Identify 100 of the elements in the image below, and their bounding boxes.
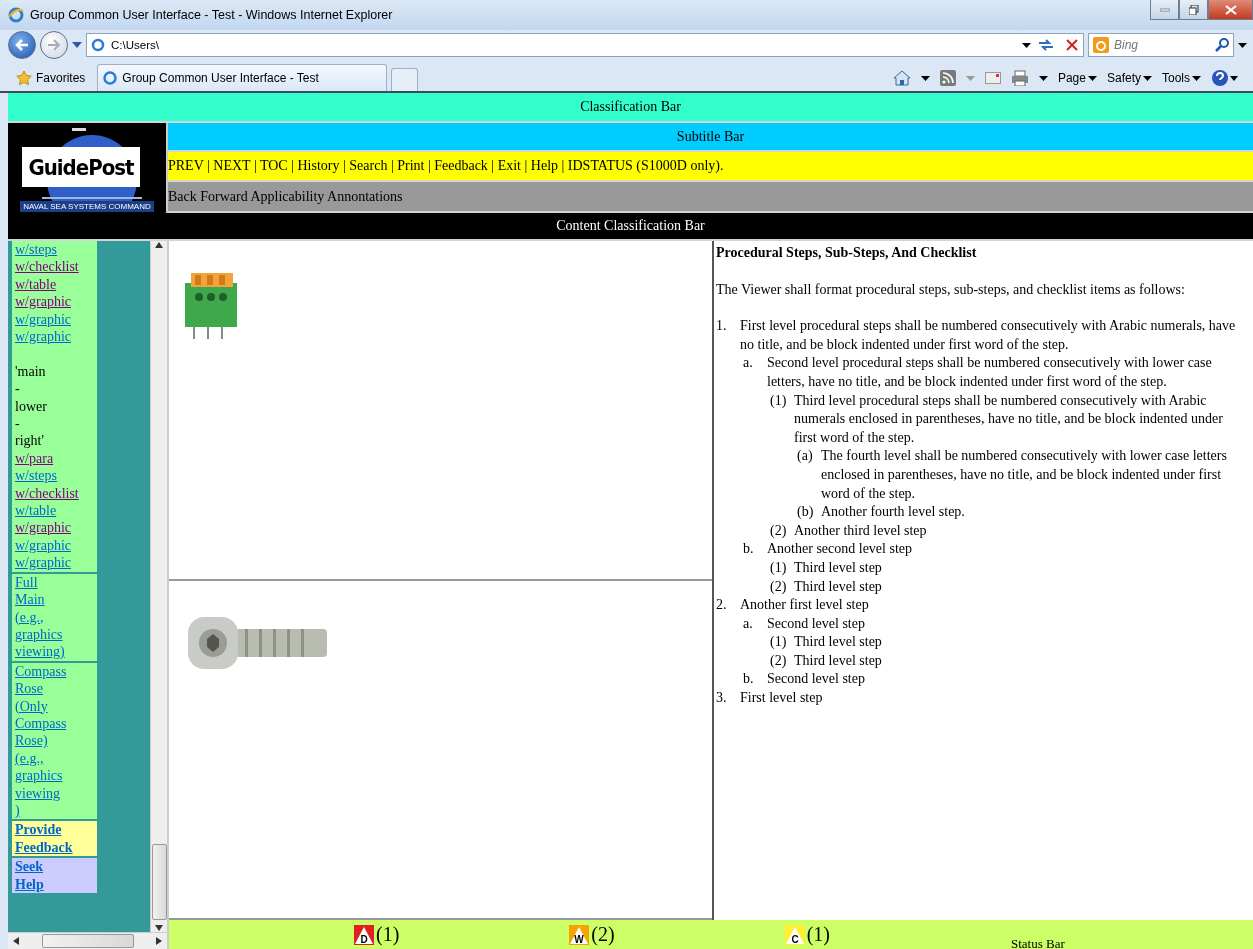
restore-icon — [1188, 4, 1199, 15]
sidebar-text: - — [15, 415, 21, 433]
navigation-bar: PREV | NEXT | TOC | History | Search | Print | Feedback | Exit | Help | IDSTATUS (S1000D only). — [168, 152, 1253, 182]
caution-icon: C — [784, 924, 805, 945]
step-text: Second level step — [767, 671, 865, 687]
step-number: a. — [743, 614, 754, 633]
sidebar-link[interactable]: w/graphic — [15, 519, 71, 537]
toolbar-menu[interactable]: Page — [1057, 71, 1097, 85]
step-text: Third level step — [794, 652, 882, 668]
warning-icon: W — [569, 924, 590, 945]
scrollbar-thumb[interactable] — [41, 934, 134, 948]
back-button[interactable] — [8, 31, 36, 59]
caret-icon — [1192, 75, 1201, 81]
dropdown-icon[interactable] — [1038, 75, 1048, 81]
dropdown-icon[interactable] — [1022, 42, 1031, 48]
sidebar-link[interactable]: w/table — [15, 275, 57, 294]
step-text: Another first level step — [740, 597, 869, 613]
sidebar-link[interactable]: w/graphic — [15, 310, 71, 329]
step-number: b. — [743, 540, 755, 559]
step-number: a. — [743, 354, 754, 373]
star-icon — [16, 70, 32, 86]
sidebar-text: - — [15, 380, 21, 398]
step-number: (a) — [797, 447, 814, 466]
danger-icon: D — [354, 924, 374, 945]
step-number: (2) — [770, 521, 788, 540]
sidebar-link[interactable]: w/checklist — [15, 258, 79, 276]
dropdown-icon[interactable] — [1238, 42, 1247, 48]
restore-button[interactable] — [1179, 0, 1208, 20]
help-icon[interactable] — [1211, 69, 1239, 87]
step-text: First level step — [740, 690, 823, 706]
sidebar-text: lower — [15, 397, 48, 416]
close-button[interactable] — [1208, 0, 1253, 20]
printer-icon[interactable] — [1010, 70, 1029, 86]
step-text: Second level step — [767, 615, 865, 631]
mail-icon[interactable] — [984, 72, 1001, 84]
refresh-icon[interactable] — [1037, 38, 1055, 52]
dropdown-icon[interactable] — [920, 75, 930, 81]
content-classification-bar: Content Classification Bar — [8, 213, 1253, 241]
sidebar-link[interactable]: Compass Rose (Only Compass Rose) (e.g., graphics viewing ) — [15, 662, 67, 820]
sidebar-link[interactable]: w/graphic — [15, 554, 71, 572]
window-title: Group Common User Interface - Test - Windows Internet Explorer — [30, 8, 394, 22]
sidebar-link[interactable]: w/graphic — [15, 293, 71, 311]
step-text: Another third level step — [794, 522, 927, 538]
step-number: (2) — [770, 651, 788, 670]
sidebar-link[interactable]: w/steps — [15, 467, 57, 485]
tool-bar: Back Forward Applicability Annontations — [168, 182, 1253, 213]
status-label: Status Bar — [1011, 936, 1065, 949]
scroll-arrow-icon[interactable] — [12, 937, 20, 945]
step-text: Third level procedural steps shall be numbered consecutively with Arabic numerals enclosed in parentheses, have no title, and be block indented under first word of the step. — [794, 392, 1223, 445]
address-field[interactable]: C:\Users\ — [86, 33, 1084, 57]
feed-icon[interactable] — [939, 70, 956, 86]
back-arrow-icon — [15, 39, 29, 51]
scroll-arrow-icon[interactable] — [155, 241, 163, 249]
step-text: Third level step — [794, 578, 882, 594]
step-text: First level procedural steps shall be numbered consecutively with Arabic numerals, have no title, and be block indented under first word of the step. — [740, 318, 1236, 352]
search-field[interactable]: Bing — [1088, 33, 1234, 57]
toolbar-menu[interactable]: Safety — [1106, 71, 1152, 85]
browser-icon — [8, 7, 24, 23]
step-number: 1. — [716, 317, 728, 336]
favorites-button[interactable]: Favorites — [8, 65, 94, 91]
sidebar-link[interactable]: w/table — [15, 502, 57, 520]
sidebar-link[interactable]: Provide Feedback — [15, 821, 73, 857]
step-number: 3. — [716, 689, 728, 708]
toolbar-menu[interactable]: Tools — [1162, 71, 1201, 85]
scrollbar[interactable] — [150, 241, 167, 932]
sidebar-link[interactable]: w/graphic — [15, 328, 71, 346]
caret-icon — [1143, 75, 1152, 81]
browser-tab[interactable]: Group Common User Interface - Test — [97, 64, 388, 91]
step-text: Third level step — [794, 559, 882, 575]
section-title: Procedural Steps, Sub-Steps, And Checklist — [716, 244, 978, 262]
step-text: Another second level step — [767, 541, 912, 557]
sidebar-link[interactable]: w/checklist — [15, 484, 79, 503]
step-text: The fourth level shall be numbered consecutively with lower case letters enclosed in parentheses, have no title, and be block indented under first word of the step. — [821, 448, 1227, 501]
caret-icon — [1087, 75, 1097, 81]
scrollbar-thumb[interactable] — [151, 844, 167, 920]
home-icon[interactable] — [892, 70, 911, 86]
search-provider-icon — [1093, 37, 1109, 53]
sidebar-link[interactable]: w/para — [15, 449, 54, 468]
close-icon — [1224, 4, 1237, 15]
minimize-button[interactable] — [1150, 0, 1179, 20]
sidebar-link[interactable]: w/graphic — [15, 536, 71, 555]
forward-button[interactable] — [40, 31, 68, 59]
step-text: Third level step — [794, 634, 882, 650]
search-icon[interactable] — [1215, 38, 1229, 52]
indicator-count: (1) — [806, 923, 830, 946]
page-icon — [91, 38, 105, 52]
sidebar-link[interactable]: Seek Help — [15, 858, 44, 893]
page-icon — [102, 70, 119, 86]
sidebar-link[interactable]: w/steps — [15, 241, 57, 259]
sidebar-text: 'main — [15, 362, 47, 381]
sidebar-link[interactable]: Full Main (e.g., graphics viewing) — [15, 573, 65, 661]
logo-text: GuidePost — [22, 147, 140, 187]
step-number: (1) — [770, 391, 788, 410]
scrollbar[interactable] — [8, 932, 167, 949]
step-text: Second level procedural steps shall be numbered consecutively with lower case letters, have no title, and be block indented under first word of the step. — [767, 355, 1212, 389]
subtitle-bar: Subtitle Bar — [168, 123, 1253, 152]
logo-caption: NAVAL SEA SYSTEMS COMMAND — [20, 201, 154, 212]
sidebar-text: right' — [15, 432, 45, 450]
step-number: (2) — [770, 577, 788, 596]
step-text: Another fourth level step. — [821, 504, 965, 520]
